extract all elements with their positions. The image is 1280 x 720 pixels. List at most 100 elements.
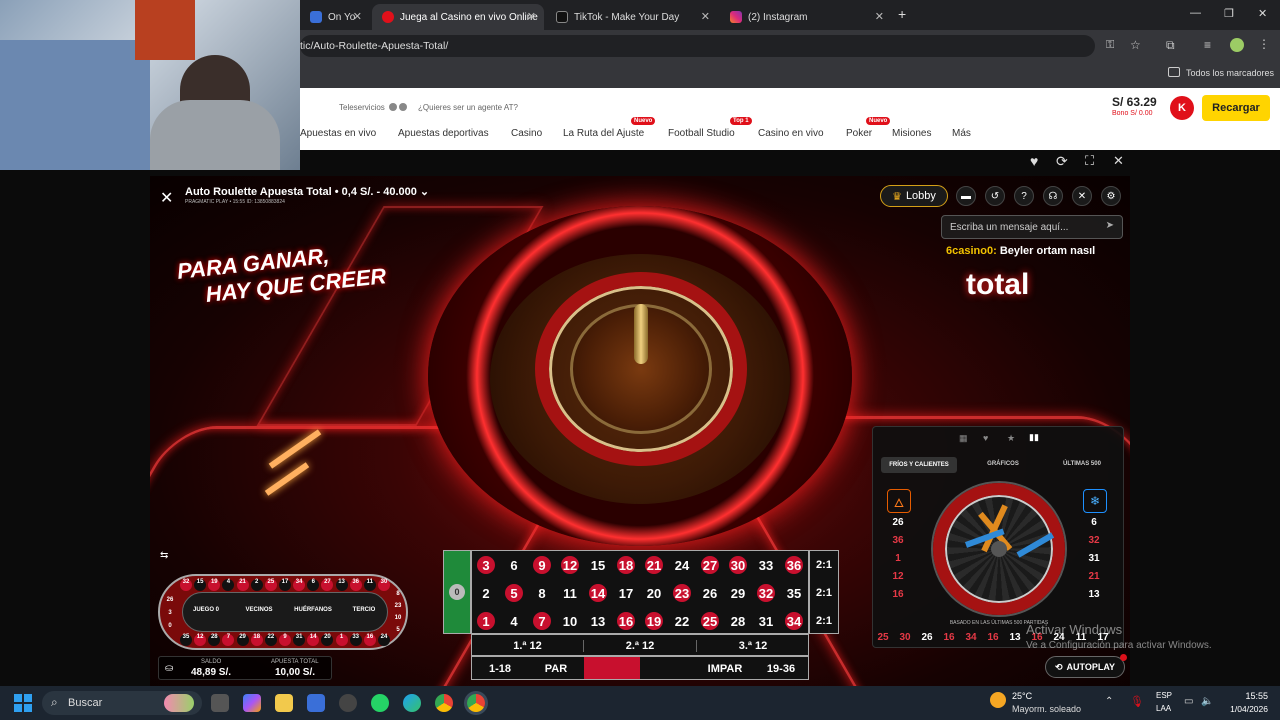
star-icon[interactable]: ★ — [1007, 433, 1015, 444]
dozen-bet[interactable]: 3.ª 12 — [697, 640, 809, 652]
bet-number[interactable]: 21 — [642, 554, 666, 576]
bet-number[interactable]: 18 — [614, 554, 638, 576]
racetrack-number[interactable]: 14 — [307, 634, 320, 646]
bet-number[interactable]: 32 — [754, 582, 778, 604]
racetrack-section-huerfanos[interactable]: HUÉRFANOS — [291, 607, 335, 613]
menu-icon[interactable]: ⋮ — [1258, 37, 1270, 51]
language-code[interactable]: ESP — [1156, 691, 1172, 700]
autoplay-button[interactable]: ⟲ AUTOPLAY — [1045, 656, 1125, 678]
close-icon[interactable]: ✕ — [527, 10, 536, 23]
racetrack-number[interactable]: 33 — [349, 634, 362, 646]
url-field[interactable]: tic/Auto-Roulette-Apuesta-Total/ — [300, 35, 1095, 57]
windows-start-icon[interactable] — [14, 694, 32, 712]
bet-number[interactable]: 6 — [502, 554, 526, 576]
racetrack-number[interactable]: 23 — [392, 600, 404, 612]
racetrack-number[interactable]: 27 — [321, 579, 334, 591]
bet-number[interactable]: 17 — [614, 582, 638, 604]
bet-number[interactable]: 9 — [530, 554, 554, 576]
bet-number[interactable]: 20 — [642, 582, 666, 604]
racetrack-number[interactable]: 20 — [321, 634, 334, 646]
help-icon[interactable]: ? — [1014, 186, 1034, 206]
close-game-icon[interactable]: ✕ — [1113, 153, 1124, 169]
racetrack-number[interactable]: 16 — [363, 634, 376, 646]
tab-youtube[interactable]: On Yo ✕ — [300, 4, 370, 30]
dozen-bet[interactable]: 1.ª 12 — [472, 640, 584, 652]
chrome-icon[interactable] — [435, 694, 453, 712]
racetrack-number[interactable]: 5 — [392, 624, 404, 636]
fullscreen-icon[interactable]: ⛶ — [1085, 153, 1094, 169]
nav-mas[interactable]: Más — [952, 128, 971, 139]
racetrack-number[interactable]: 4 — [222, 579, 235, 591]
bet-number[interactable]: 13 — [586, 610, 610, 632]
new-tab-button[interactable]: + — [898, 6, 906, 22]
bet-number[interactable]: 26 — [698, 582, 722, 604]
microphone-icon[interactable]: 🎙 — [1130, 695, 1144, 708]
file-explorer-icon[interactable] — [275, 694, 293, 712]
racetrack-section-tercio[interactable]: TERCIO — [347, 607, 381, 613]
racetrack-number[interactable]: 13 — [335, 579, 348, 591]
key-icon[interactable]: ⚿ — [1106, 39, 1114, 52]
racetrack-number[interactable]: 19 — [208, 579, 221, 591]
bet-number[interactable]: 25 — [698, 610, 722, 632]
task-view-icon[interactable] — [211, 694, 229, 712]
settings-gear-icon[interactable]: ⚙ — [1101, 186, 1121, 206]
dozen-bet[interactable]: 2.ª 12 — [584, 640, 697, 652]
racetrack-number[interactable]: 8 — [392, 588, 404, 600]
bet-number[interactable]: 23 — [670, 582, 694, 604]
bet-red[interactable] — [584, 657, 640, 679]
racetrack-number[interactable]: 2 — [250, 579, 263, 591]
chat-input[interactable]: Escriba un mensaje aquí... ➤ — [941, 215, 1123, 239]
tab-tiktok[interactable]: TikTok - Make Your Day ✕ — [546, 4, 718, 30]
bet-number[interactable]: 8 — [530, 582, 554, 604]
bet-number[interactable]: 27 — [698, 554, 722, 576]
bet-number[interactable]: 15 — [586, 554, 610, 576]
racetrack[interactable]: JUEGO 0 VECINOS HUÉRFANOS TERCIO 32 15 19 4… — [158, 574, 408, 650]
racetrack-number[interactable]: 17 — [278, 579, 291, 591]
bet-number[interactable]: 30 — [726, 554, 750, 576]
tab-last-500[interactable]: ÚLTIMAS 500 — [1049, 461, 1115, 467]
racetrack-number[interactable]: 6 — [307, 579, 320, 591]
bet-number[interactable]: 28 — [726, 610, 750, 632]
racetrack-number[interactable]: 10 — [392, 612, 404, 624]
bet-number[interactable]: 7 — [530, 610, 554, 632]
store-icon[interactable] — [307, 694, 325, 712]
bet-number[interactable]: 5 — [502, 582, 526, 604]
network-icon[interactable]: ▭ — [1184, 696, 1193, 707]
chat-icon[interactable]: ▬ — [956, 186, 976, 206]
media-icon[interactable]: ≡ — [1204, 38, 1211, 52]
clock-date[interactable]: 1/04/2026 — [1212, 704, 1268, 714]
bet-odd[interactable]: IMPAR — [697, 663, 753, 675]
bet-number[interactable]: 3 — [474, 554, 498, 576]
minimize-button[interactable]: — — [1190, 7, 1201, 19]
bet-even[interactable]: PAR — [528, 663, 584, 675]
bet-number[interactable]: 24 — [670, 554, 694, 576]
racetrack-number[interactable]: 7 — [222, 634, 235, 646]
racetrack-number[interactable]: 28 — [208, 634, 221, 646]
racetrack-number[interactable]: 24 — [377, 634, 390, 646]
column-bet[interactable]: 2:1 — [810, 587, 838, 599]
racetrack-number[interactable]: 12 — [194, 634, 207, 646]
racetrack-number[interactable]: 31 — [293, 634, 306, 646]
bet-number[interactable]: 1 — [474, 610, 498, 632]
bet-number[interactable]: 16 — [614, 610, 638, 632]
clock-time[interactable]: 15:55 — [1222, 691, 1268, 701]
weather-desc[interactable]: Mayorm. soleado — [1012, 704, 1081, 714]
racetrack-section-juego0[interactable]: JUEGO 0 — [189, 607, 223, 613]
weather-temp[interactable]: 25°C — [1012, 691, 1032, 701]
racetrack-number[interactable]: 3 — [164, 607, 176, 620]
bet-number[interactable]: 11 — [558, 582, 582, 604]
racetrack-number[interactable]: 18 — [250, 634, 263, 646]
taskbar-search[interactable]: ⌕ Buscar — [42, 691, 202, 715]
bet-number[interactable]: 31 — [754, 610, 778, 632]
recharge-button[interactable]: Recargar — [1202, 95, 1270, 121]
racetrack-number[interactable]: 30 — [377, 579, 390, 591]
send-icon[interactable]: ➤ — [1106, 220, 1114, 231]
user-avatar[interactable]: K — [1170, 96, 1194, 120]
history-icon[interactable]: ↺ — [985, 186, 1005, 206]
racetrack-number[interactable]: 26 — [164, 594, 176, 607]
stats-icon[interactable]: ▮▮ — [1029, 432, 1039, 443]
bet-number[interactable]: 35 — [782, 582, 806, 604]
tab-casino[interactable]: Juega al Casino en vivo Online ✕ — [372, 4, 544, 30]
racetrack-number[interactable]: 29 — [236, 634, 249, 646]
tab-instagram[interactable]: (2) Instagram ✕ — [720, 4, 892, 30]
